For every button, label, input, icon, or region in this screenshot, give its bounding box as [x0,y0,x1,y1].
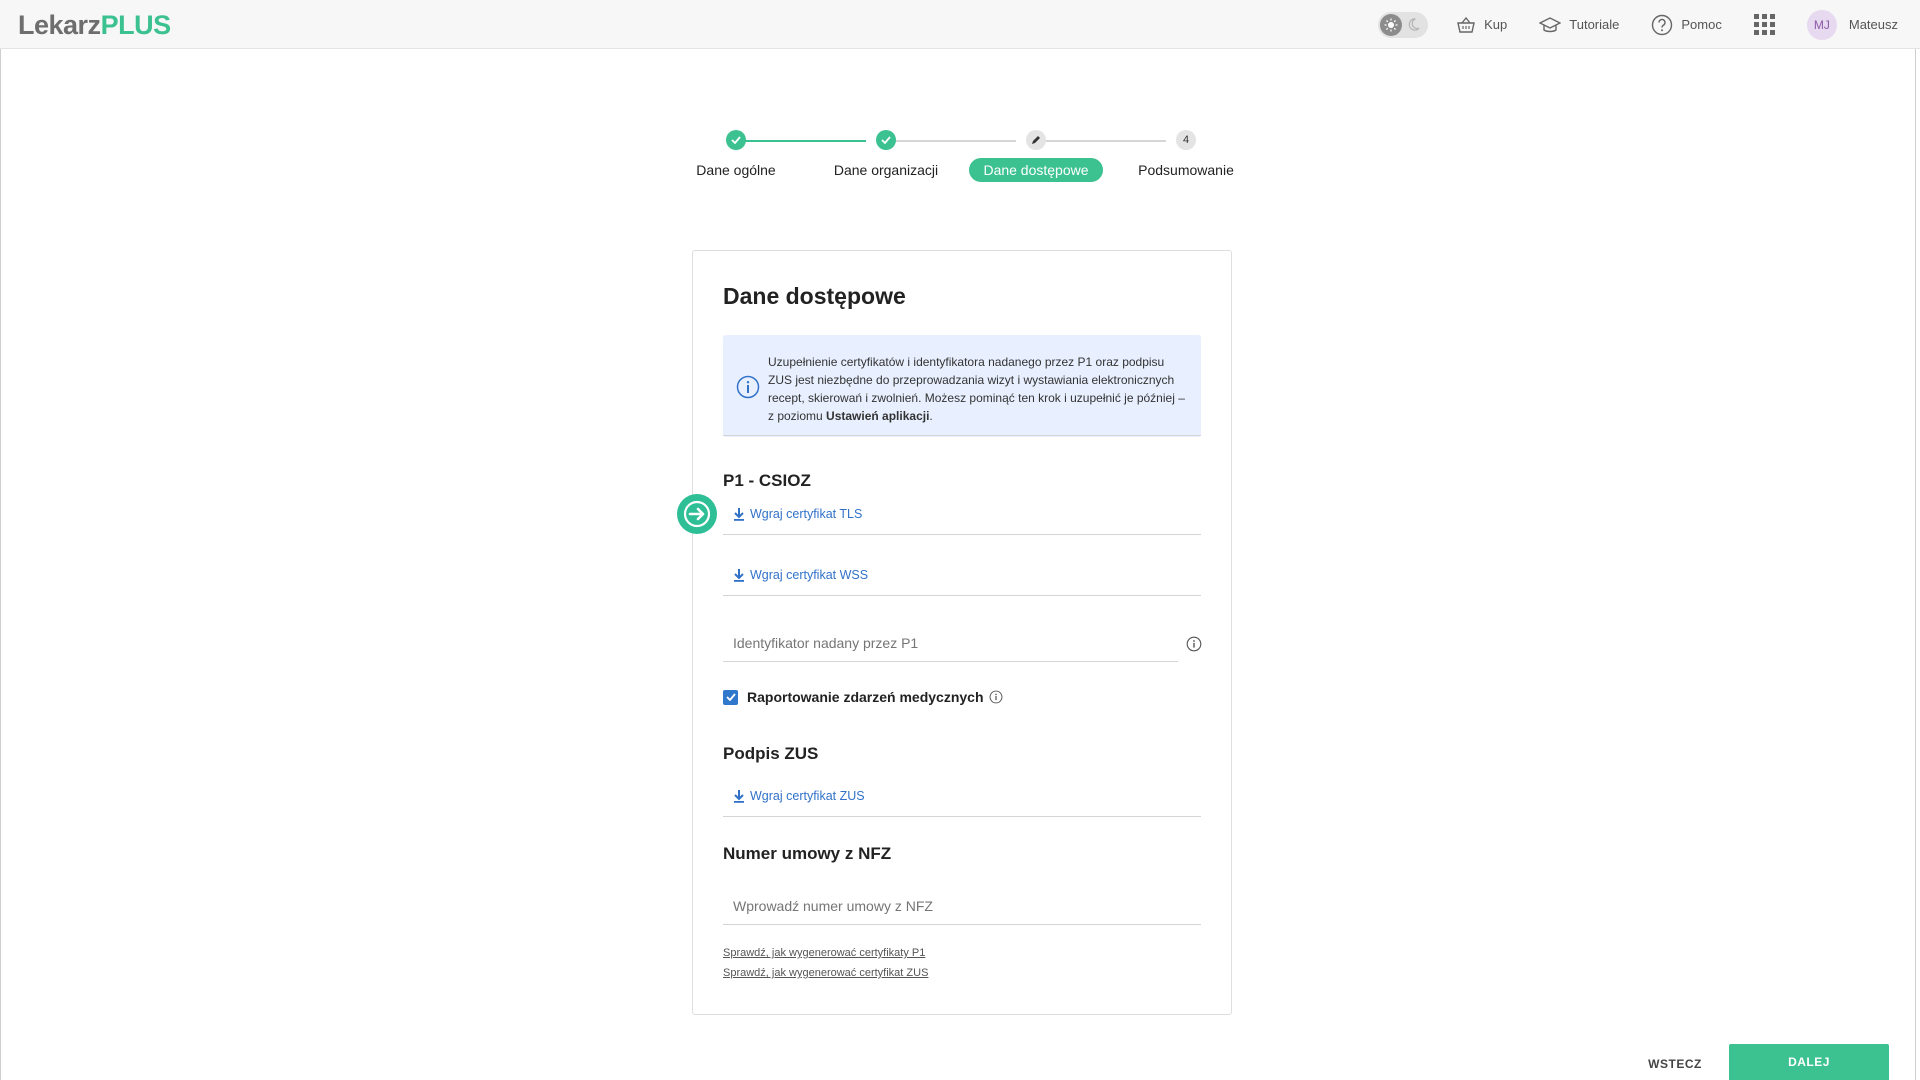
info-icon[interactable] [1186,636,1202,652]
spacer [723,400,1201,436]
arrow-right-icon [677,494,717,534]
next-button[interactable]: DALEJ [1729,1044,1889,1080]
p1-section-title: P1 - CSIOZ [723,471,811,490]
tutorials-label: Tutoriale [1569,17,1620,32]
access-data-card: Dane dostępowe Uzupełnienie certyfikatów… [692,250,1232,1015]
step-label-active: Dane dostępowe [969,158,1103,182]
upload-tls-row: Wgraj certyfikat TLS [723,499,1201,535]
step-summary[interactable]: 4 Podsumowanie [1106,128,1266,182]
zus-section-title: Podpis ZUS [723,744,819,763]
nfz-field [723,887,1201,925]
step-label: Dane ogólne [696,162,776,178]
step-general[interactable]: Dane ogólne [656,128,816,182]
page-border-right [1915,49,1916,1080]
nfz-input[interactable] [723,887,1201,924]
wizard-stepper: Dane ogólne Dane organizacji Dane dostęp… [680,128,1240,188]
p1-id-field [723,624,1178,662]
step-number: 4 [1176,130,1196,150]
upload-zus-row: Wgraj certyfikat ZUS [723,781,1201,817]
reporting-checkbox[interactable] [723,689,738,705]
avatar[interactable]: MJ [1806,9,1837,40]
moon-icon [1408,17,1420,31]
top-bar: LekarzPLUS Kup Tutoriale Pomoc MJ Mateus… [0,0,1920,49]
step-label: Dane organizacji [833,162,939,178]
app-logo[interactable]: LekarzPLUS [18,10,171,41]
download-icon [734,508,744,521]
upload-wss-label: Wgraj certyfikat WSS [750,568,869,582]
step-access[interactable]: Dane dostępowe [956,128,1116,182]
download-icon [734,790,744,803]
step-label: Podsumowanie [1138,162,1234,178]
upload-tls-label: Wgraj certyfikat TLS [750,507,863,521]
download-icon [734,569,744,582]
buy-link[interactable]: Kup [1456,16,1507,34]
reporting-checkbox-row[interactable]: Raportowanie zdarzeń medycznych [723,689,1003,705]
logo-text-lekarz: Lekarz [18,10,101,40]
info-icon [736,375,760,399]
upload-wss-row: Wgraj certyfikat WSS [723,560,1201,596]
upload-zus-button[interactable]: Wgraj certyfikat ZUS [733,789,865,803]
tutorials-link[interactable]: Tutoriale [1539,16,1620,33]
help-link-p1[interactable]: Sprawdź, jak wygenerować certyfikaty P1 [723,947,925,959]
back-button[interactable]: WSTECZ [1630,1048,1720,1080]
reporting-label: Raportowanie zdarzeń medycznych [747,689,984,705]
apps-grid-icon[interactable] [1753,14,1775,35]
basket-icon [1457,16,1476,33]
check-icon [876,130,896,150]
help-circle-icon [1652,14,1673,35]
user-name[interactable]: Mateusz [1849,17,1898,32]
upload-tls-button[interactable]: Wgraj certyfikat TLS [733,507,862,521]
upload-wss-button[interactable]: Wgraj certyfikat WSS [733,568,868,582]
help-link[interactable]: Pomoc [1651,14,1722,36]
graduation-cap-icon [1539,16,1562,32]
info-icon[interactable] [989,690,1003,704]
p1-id-input[interactable] [723,624,1178,661]
upload-zus-label: Wgraj certyfikat ZUS [750,789,865,803]
theme-toggle[interactable] [1378,11,1429,38]
check-icon [726,130,746,150]
help-link-zus[interactable]: Sprawdź, jak wygenerować certyfikat ZUS [723,967,928,979]
step-organization[interactable]: Dane organizacji [806,128,966,182]
help-label: Pomoc [1681,17,1722,32]
page-title: Dane dostępowe [723,283,906,309]
buy-label: Kup [1484,17,1508,32]
page-border-left [0,49,1,1080]
pencil-icon [1026,130,1046,150]
top-nav: Kup Tutoriale Pomoc MJ Mateusz [1378,0,1898,49]
sun-icon [1380,13,1403,36]
logo-text-plus: PLUS [100,10,172,40]
nfz-section-title: Numer umowy z NFZ [723,844,892,863]
